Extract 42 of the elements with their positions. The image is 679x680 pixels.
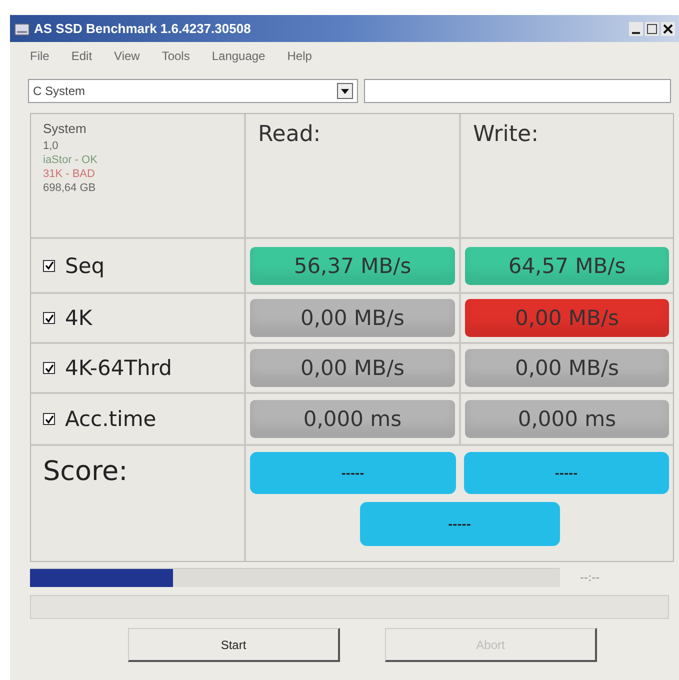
result-value: 0,00 MB/s: [465, 299, 669, 337]
drive-info-text: 698,64 GB: [43, 181, 97, 195]
result-value: 0,00 MB/s: [250, 349, 455, 387]
result-value: 0,000 ms: [250, 400, 455, 438]
drive-info-text: iaStor - OK: [43, 153, 98, 167]
result-value: 0,00 MB/s: [250, 299, 455, 337]
drive-info-text: 31K - BAD: [43, 167, 96, 181]
result-value: 56,37 MB/s: [250, 246, 455, 284]
read-score: -----: [250, 452, 456, 494]
test-label: 4K: [65, 306, 92, 330]
start-button[interactable]: Start: [128, 628, 340, 662]
menu-item[interactable]: Language: [212, 49, 266, 71]
drive-info-text: System: [43, 122, 88, 136]
drive-icon: [14, 20, 30, 36]
menu-item[interactable]: View: [114, 49, 140, 71]
write-score: -----: [464, 452, 669, 494]
menu-item[interactable]: Help: [287, 49, 312, 71]
test-label: 4K-64Thrd: [65, 356, 172, 380]
drive-info-text: 1,0: [43, 139, 60, 153]
elapsed-time: --:--: [580, 571, 600, 584]
maximize-icon[interactable]: [645, 22, 659, 36]
result-value: 0,000 ms: [465, 400, 669, 438]
column-heading: Write:: [473, 122, 538, 147]
test-label: Seq: [65, 254, 105, 278]
total-score: -----: [360, 502, 560, 546]
checkbox[interactable]: [43, 260, 55, 272]
score-label: Score:: [43, 456, 128, 487]
test-label: Acc.time: [65, 407, 156, 431]
menu-item[interactable]: Edit: [71, 49, 92, 71]
minimize-icon[interactable]: [629, 22, 643, 36]
menu-item[interactable]: Tools: [162, 49, 190, 71]
window-title: AS SSD Benchmark 1.6.4237.30508: [34, 21, 251, 36]
checkbox[interactable]: [43, 362, 55, 374]
menu-item[interactable]: File: [30, 49, 50, 71]
checkbox[interactable]: [43, 413, 55, 425]
drive-dropdown[interactable]: C System: [28, 79, 358, 103]
checkbox[interactable]: [43, 312, 55, 324]
result-value: 64,57 MB/s: [465, 246, 669, 284]
column-heading: Read:: [258, 122, 321, 147]
result-value: 0,00 MB/s: [465, 349, 669, 387]
text-field[interactable]: [364, 79, 671, 103]
close-icon[interactable]: [661, 22, 675, 36]
